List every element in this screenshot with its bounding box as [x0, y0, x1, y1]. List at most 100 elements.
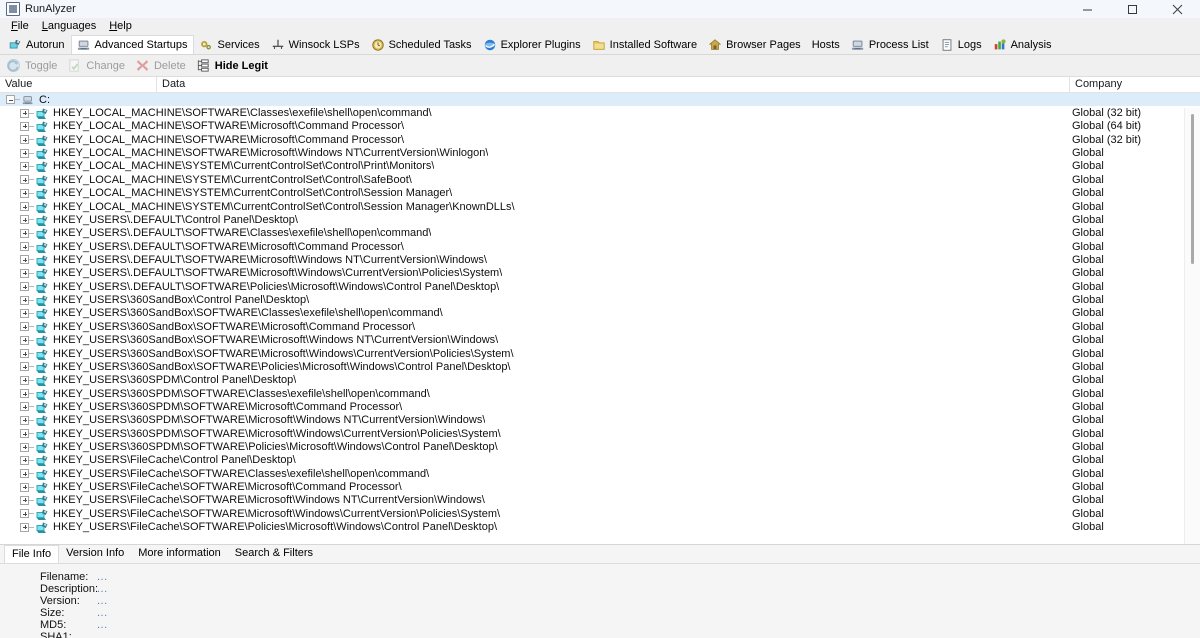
maximize-button[interactable] [1110, 0, 1155, 18]
file-info-value[interactable]: ... [97, 595, 108, 607]
tab-advanced-startups[interactable]: Advanced Startups [70, 35, 195, 54]
tree-row[interactable]: HKEY_USERS\FileCache\SOFTWARE\Microsoft\… [0, 494, 1200, 507]
expand-expander[interactable] [20, 242, 29, 252]
tree-row[interactable]: HKEY_USERS\.DEFAULT\SOFTWARE\Microsoft\W… [0, 267, 1200, 280]
tree-row[interactable]: HKEY_USERS\360SPDM\SOFTWARE\Classes\exef… [0, 387, 1200, 400]
tree-row[interactable]: HKEY_USERS\.DEFAULT\SOFTWARE\Microsoft\C… [0, 240, 1200, 253]
tree-view[interactable]: C: HKEY_LOCAL_MACHINE\SOFTWARE\Classes\ex… [0, 93, 1200, 544]
expand-expander[interactable] [20, 188, 29, 198]
tab-browser-pages[interactable]: Browser Pages [703, 35, 807, 54]
tree-row[interactable]: HKEY_USERS\.DEFAULT\SOFTWARE\Classes\exe… [0, 227, 1200, 240]
expand-expander[interactable] [20, 148, 29, 158]
column-header-data[interactable]: Data [157, 77, 1070, 92]
tree-row[interactable]: HKEY_LOCAL_MACHINE\SOFTWARE\Classes\exef… [0, 106, 1200, 120]
column-header-company[interactable]: Company [1070, 77, 1200, 92]
tree-row[interactable]: HKEY_USERS\FileCache\SOFTWARE\Microsoft\… [0, 507, 1200, 520]
collapse-expander[interactable] [6, 95, 15, 105]
tree-row[interactable]: HKEY_LOCAL_MACHINE\SYSTEM\CurrentControl… [0, 200, 1200, 213]
file-info-value[interactable]: ... [97, 619, 108, 631]
tab-installed-software[interactable]: Installed Software [587, 35, 703, 54]
tab-process-list[interactable]: Process List [846, 35, 935, 54]
tree-row[interactable]: HKEY_LOCAL_MACHINE\SYSTEM\CurrentControl… [0, 187, 1200, 200]
tree-row[interactable]: HKEY_LOCAL_MACHINE\SYSTEM\CurrentControl… [0, 160, 1200, 173]
tree-row[interactable]: HKEY_USERS\360SandBox\SOFTWARE\Classes\e… [0, 307, 1200, 320]
tree-row[interactable]: HKEY_LOCAL_MACHINE\SOFTWARE\Microsoft\Wi… [0, 146, 1200, 160]
tree-row[interactable]: HKEY_USERS\FileCache\Control Panel\Deskt… [0, 454, 1200, 467]
expand-expander[interactable] [20, 202, 29, 212]
tab-logs[interactable]: Logs [935, 35, 988, 54]
file-info-value[interactable]: ... [97, 571, 108, 583]
tree-row[interactable]: HKEY_USERS\360SandBox\SOFTWARE\Microsoft… [0, 333, 1200, 347]
tree-row[interactable]: HKEY_USERS\360SPDM\Control Panel\Desktop… [0, 374, 1200, 387]
menu-help[interactable]: Help [103, 18, 139, 35]
file-info-value[interactable]: ... [97, 631, 108, 638]
tree-row[interactable]: HKEY_USERS\.DEFAULT\Control Panel\Deskto… [0, 213, 1200, 226]
tree-row[interactable]: HKEY_USERS\360SandBox\SOFTWARE\Microsoft… [0, 320, 1200, 333]
expand-expander[interactable] [20, 255, 29, 265]
expand-expander[interactable] [20, 389, 29, 399]
tree-row[interactable]: HKEY_LOCAL_MACHINE\SOFTWARE\Microsoft\Co… [0, 133, 1200, 146]
menu-languages[interactable]: Languages [36, 18, 103, 35]
expand-expander[interactable] [20, 322, 29, 332]
tree-row[interactable]: HKEY_USERS\360SPDM\SOFTWARE\Microsoft\Wi… [0, 427, 1200, 440]
details-tab-search-filters[interactable]: Search & Filters [228, 545, 320, 563]
tab-autorun[interactable]: Autorun [3, 35, 71, 54]
expand-expander[interactable] [20, 482, 29, 492]
vertical-scrollbar[interactable] [1184, 108, 1200, 544]
expand-expander[interactable] [20, 175, 29, 185]
expand-expander[interactable] [20, 495, 29, 505]
tree-row[interactable]: HKEY_USERS\360SandBox\SOFTWARE\Policies\… [0, 360, 1200, 373]
expand-expander[interactable] [20, 402, 29, 412]
expand-expander[interactable] [20, 295, 29, 305]
tree-row[interactable]: HKEY_USERS\FileCache\SOFTWARE\Classes\ex… [0, 467, 1200, 480]
tree-row[interactable]: HKEY_USERS\360SandBox\Control Panel\Desk… [0, 293, 1200, 307]
expand-expander[interactable] [20, 108, 29, 118]
details-tab-file-info[interactable]: File Info [4, 545, 60, 563]
expand-expander[interactable] [20, 522, 29, 532]
file-info-value[interactable]: ... [97, 607, 108, 619]
tree-row[interactable]: HKEY_USERS\FileCache\SOFTWARE\Policies\M… [0, 521, 1200, 534]
hide-legit-button[interactable]: Hide Legit [194, 56, 276, 75]
tree-row[interactable]: HKEY_USERS\360SPDM\SOFTWARE\Microsoft\Wi… [0, 414, 1200, 427]
tree-row[interactable]: HKEY_USERS\360SPDM\SOFTWARE\Microsoft\Co… [0, 400, 1200, 413]
tree-row[interactable]: HKEY_USERS\.DEFAULT\SOFTWARE\Microsoft\W… [0, 253, 1200, 266]
expand-expander[interactable] [20, 228, 29, 238]
expand-expander[interactable] [20, 349, 29, 358]
tree-row[interactable]: HKEY_LOCAL_MACHINE\SYSTEM\CurrentControl… [0, 173, 1200, 186]
tree-row[interactable]: HKEY_LOCAL_MACHINE\SOFTWARE\Microsoft\Co… [0, 120, 1200, 133]
expand-expander[interactable] [20, 135, 29, 145]
details-tab-more-information[interactable]: More information [131, 545, 228, 563]
expand-expander[interactable] [20, 282, 29, 292]
expand-expander[interactable] [20, 469, 29, 479]
expand-expander[interactable] [20, 121, 29, 131]
tab-services[interactable]: Services [194, 35, 265, 54]
expand-expander[interactable] [20, 308, 29, 318]
tree-row[interactable]: HKEY_USERS\FileCache\SOFTWARE\Microsoft\… [0, 480, 1200, 494]
tab-scheduled-tasks[interactable]: Scheduled Tasks [366, 35, 478, 54]
expand-expander[interactable] [20, 215, 29, 225]
details-tab-version-info[interactable]: Version Info [59, 545, 131, 563]
tab-hosts[interactable]: Hosts [807, 35, 846, 54]
expand-expander[interactable] [20, 455, 29, 465]
expand-expander[interactable] [20, 335, 29, 345]
expand-expander[interactable] [20, 415, 29, 425]
tab-analysis[interactable]: Analysis [988, 35, 1058, 54]
menu-file[interactable]: File [5, 18, 36, 35]
expand-expander[interactable] [20, 161, 29, 171]
expand-expander[interactable] [20, 509, 29, 519]
tree-row[interactable]: HKEY_USERS\.DEFAULT\SOFTWARE\Policies\Mi… [0, 280, 1200, 293]
tree-row[interactable]: HKEY_USERS\360SPDM\SOFTWARE\Policies\Mic… [0, 440, 1200, 454]
expand-expander[interactable] [20, 375, 29, 385]
file-info-value[interactable]: ... [97, 583, 108, 595]
column-header-value[interactable]: Value [0, 77, 157, 92]
expand-expander[interactable] [20, 429, 29, 439]
minimize-button[interactable] [1065, 0, 1110, 18]
tab-winsock-lsps[interactable]: Winsock LSPs [266, 35, 366, 54]
expand-expander[interactable] [20, 442, 29, 452]
tab-explorer-plugins[interactable]: Explorer Plugins [478, 35, 587, 54]
tree-root-row[interactable]: C: [0, 93, 1200, 107]
expand-expander[interactable] [20, 362, 29, 372]
expand-expander[interactable] [20, 268, 29, 278]
close-button[interactable] [1155, 0, 1200, 18]
tree-row[interactable]: HKEY_USERS\360SandBox\SOFTWARE\Microsoft… [0, 347, 1200, 360]
